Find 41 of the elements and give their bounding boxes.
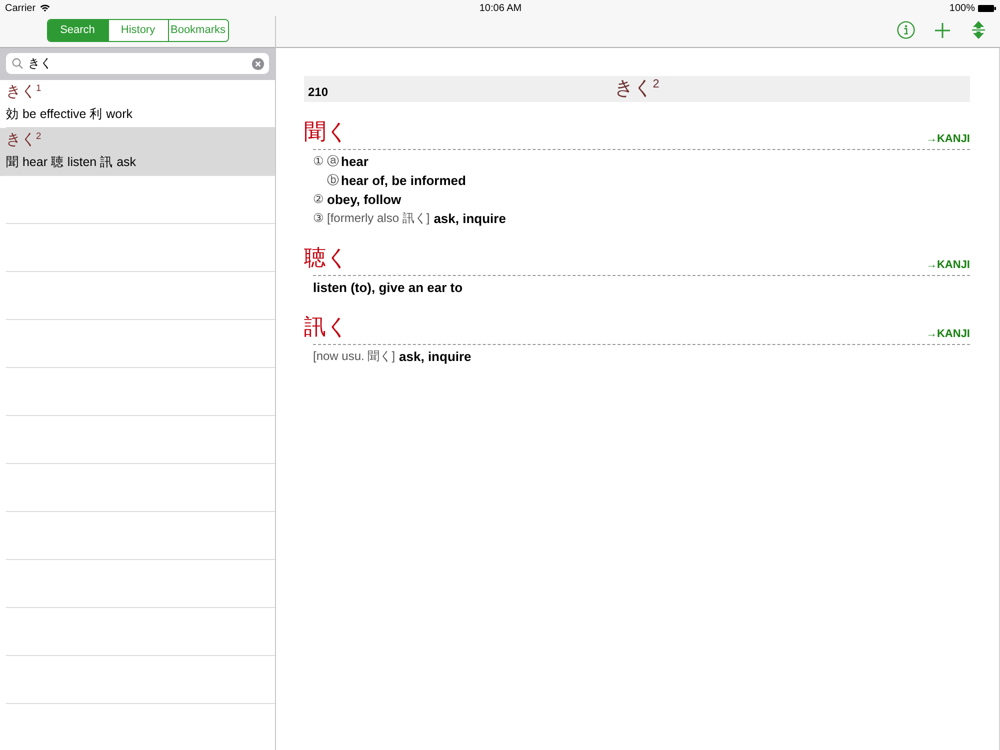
usage-note: [formerly also 訊く] [327,210,430,227]
wifi-icon [40,4,50,12]
result-reading: きく$^{2}$ [6,131,42,149]
battery-icon [978,4,996,12]
subsense-mark: ⓑ [327,172,340,189]
usage-note: [now usu. 聞く] [313,348,396,365]
sense-gloss: obey, follow [327,191,402,209]
sense-gloss: ask, inquire [399,348,472,366]
kanji-link[interactable]: →KANJI [926,259,970,272]
headword: 訊く [304,315,349,341]
sense-number: ③ [313,210,325,227]
result-reading: きく$^{1}$ [6,83,42,101]
up-down-arrows-icon [972,21,984,39]
sense-gloss: hear of, be informed [341,172,466,190]
entry-heading: きく$^{2}$ [614,77,660,101]
kanji-link[interactable]: →KANJI [926,133,970,146]
headword: 聴く [304,246,349,272]
search-icon [12,58,23,69]
sense-gloss: hear [341,153,368,171]
info-button[interactable] [894,18,918,42]
search-field[interactable]: きく [6,53,269,74]
subsense-mark: ⓐ [327,153,340,170]
carrier-label: Carrier [5,2,36,14]
result-gloss: 効 be effective 利 work [6,106,134,122]
segment-tab[interactable]: Bookmarks [168,20,228,40]
page-number: 210 [308,84,330,98]
sense-number: ① [313,153,325,170]
segment-tab[interactable]: History [108,20,168,40]
kanji-link[interactable]: →KANJI [926,328,970,341]
result-row[interactable]: きく$^{2}$ 聞 hear 聴 listen 訊 ask [0,128,275,176]
headword: 聞く [304,120,349,146]
segment-tab[interactable]: Search [48,20,108,40]
info-icon [897,21,915,39]
sense-gloss: ask, inquire [434,210,506,228]
sense-number: ② [313,191,325,208]
sense-gloss: listen (to), give an ear to [313,279,463,297]
clear-icon[interactable] [252,58,264,70]
result-gloss: 聞 hear 聴 listen 訊 ask [6,154,138,170]
clock-time: 10:06 AM [479,2,522,14]
plus-icon [934,22,950,38]
battery-percent: 100% [949,2,975,14]
